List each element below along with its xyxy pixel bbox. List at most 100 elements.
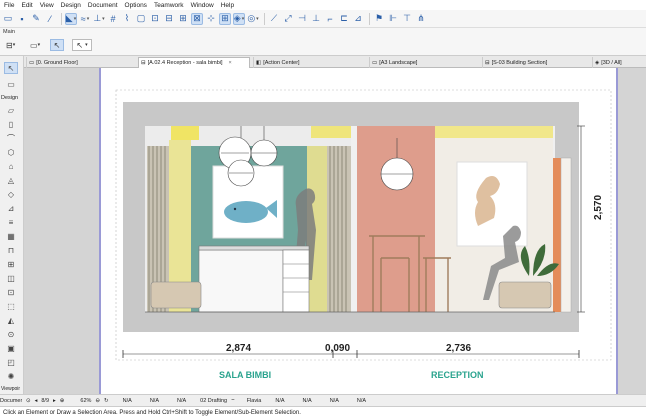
pen-set-icon[interactable]: ≈ [79, 13, 91, 25]
status-field-4[interactable]: N/A [275, 398, 284, 404]
menu-edit[interactable]: Edit [21, 2, 32, 9]
dimension-left[interactable]: 2,874 [226, 343, 251, 354]
fillet-icon[interactable]: ⌐ [324, 13, 336, 25]
close-tab-icon[interactable]: × [229, 60, 232, 66]
skylight-tool-icon[interactable]: ◫ [4, 272, 18, 284]
layer-selector[interactable]: ⊟ ▾ [6, 39, 15, 51]
measure-icon[interactable]: ⟋ [268, 13, 280, 25]
mesh-tool-icon[interactable]: ◭ [4, 314, 18, 326]
trace-icon[interactable]: ⊟ [163, 13, 175, 25]
status-bar: Documer ⊙ ◂ 8/9 ▸ ⊕ 62% ⊖ ↻ N/A N/A N/A … [0, 394, 646, 406]
status-field-6[interactable]: N/A [330, 398, 339, 404]
beam-tool-icon[interactable]: ⌒ [4, 132, 18, 144]
menu-window[interactable]: Window [191, 2, 214, 9]
tab-a3-landscape[interactable]: ▭ [A3 Landscape] [369, 57, 481, 68]
layer-combination-value[interactable]: 02 Drafting [200, 398, 227, 404]
forward-icon[interactable]: ▸ [53, 398, 56, 404]
zone-tool-icon[interactable]: ⬚ [4, 300, 18, 312]
tab-building-section[interactable]: ⊟ [S-03 Building Section] [482, 57, 590, 68]
status-field-3[interactable]: N/A [177, 398, 186, 404]
menu-document[interactable]: Document [88, 2, 118, 9]
status-field-7[interactable]: N/A [357, 398, 366, 404]
morph-tool-icon[interactable]: ◇ [4, 188, 18, 200]
split-icon[interactable]: ⤢ [282, 13, 294, 25]
menu-help[interactable]: Help [221, 2, 234, 9]
adjust-icon[interactable]: ⊣ [296, 13, 308, 25]
save-icon[interactable]: ▪ [16, 13, 28, 25]
element-icon: ▭ [30, 40, 38, 50]
tree-icon[interactable]: ⊤ [401, 13, 413, 25]
pencil-icon[interactable]: ✎ [30, 13, 42, 25]
suspend-groups-icon[interactable]: ◈ [233, 12, 245, 25]
tab-3d-all[interactable]: ◈ [3D / All] [592, 57, 644, 68]
dimension-right[interactable]: 2,736 [446, 343, 471, 354]
layer-combination-icon[interactable]: ◣ [65, 12, 77, 25]
marquee-tool-icon[interactable]: ▭ [4, 78, 18, 90]
corner-window-tool-icon[interactable]: ◰ [4, 356, 18, 368]
zoom-level[interactable]: 62% [80, 398, 91, 404]
tab-ground-floor[interactable]: ▭ [0. Ground Floor] [26, 57, 124, 68]
magic-wand-icon[interactable]: ⌇ [121, 13, 133, 25]
menu-teamwork[interactable]: Teamwork [154, 2, 184, 9]
orientation-icon[interactable]: ↻ [104, 398, 109, 404]
dimension-middle[interactable]: 0,090 [325, 343, 350, 354]
roof-tool-icon[interactable]: ⌂ [4, 160, 18, 172]
open-icon[interactable]: ▭ [2, 13, 14, 25]
slab-tool-icon[interactable]: ⬡ [4, 146, 18, 158]
column-tool-icon[interactable]: ▯ [4, 118, 18, 130]
navigator-icon[interactable]: ⊙ [26, 398, 31, 404]
model-view-icon[interactable]: ⊥ [93, 13, 105, 25]
sideboard [198, 249, 284, 313]
status-field-1[interactable]: N/A [123, 398, 132, 404]
view-tab-bar: ▭ [0. Ground Floor] ⊟ [A.02.4 Reception - … [24, 56, 646, 68]
object-tool-icon[interactable]: ⊡ [4, 286, 18, 298]
element-type-selector[interactable]: ▭ ▾ [30, 39, 40, 51]
zoom-out-icon[interactable]: ⊖ [95, 398, 100, 404]
menu-options[interactable]: Options [125, 2, 147, 9]
status-field-5[interactable]: N/A [303, 398, 312, 404]
hotspot-icon[interactable]: ⊞ [177, 13, 189, 25]
pen-set-icon[interactable]: ⌢ [231, 397, 235, 404]
shell-tool-icon[interactable]: ◬ [4, 174, 18, 186]
drawing-canvas[interactable]: 2,874 0,090 2,736 2,570 SALA BIMBI RECEP… [24, 68, 646, 394]
guide-lines-icon[interactable]: ⊹ [205, 13, 217, 25]
light-tool-icon[interactable]: ✺ [4, 370, 18, 382]
tab-action-center[interactable]: ◧ [Action Center] [253, 57, 368, 68]
tab-reception-sala-bimbi[interactable]: ⊟ [A.02.4 Reception - sala bimbi] × [138, 57, 250, 68]
railing-tool-icon[interactable]: ≡ [4, 216, 18, 228]
door-tool-icon[interactable]: ⊓ [4, 244, 18, 256]
intersect-icon[interactable]: ⊥ [310, 13, 322, 25]
arrow-selection-icon[interactable]: ↖ [50, 39, 64, 51]
menu-file[interactable]: File [4, 2, 14, 9]
lamp-tool-icon[interactable]: ⊙ [4, 328, 18, 340]
back-icon[interactable]: ◂ [35, 398, 38, 404]
offset-icon[interactable]: ⊏ [338, 13, 350, 25]
dimension-height[interactable]: 2,570 [593, 195, 604, 220]
snap-icon[interactable]: ⊠ [191, 12, 203, 25]
opening-tool-icon[interactable]: ▣ [4, 342, 18, 354]
status-field-2[interactable]: N/A [150, 398, 159, 404]
window-tool-icon[interactable]: ⊞ [4, 258, 18, 270]
select-grid-icon[interactable]: ⊞ [219, 12, 231, 25]
mirror-icon[interactable]: ⊡ [149, 13, 161, 25]
pen-set-value[interactable]: Flavia [247, 398, 262, 404]
pointer-selector[interactable]: ↖ ▾ [72, 39, 92, 51]
marquee-icon[interactable]: ▢ [135, 13, 147, 25]
room-label-sala-bimbi[interactable]: SALA BIMBI [219, 370, 271, 380]
flag-icon[interactable]: ⚑ [373, 13, 385, 25]
wall-tool-icon[interactable]: ▱ [4, 104, 18, 116]
grid-icon[interactable]: # [107, 13, 119, 25]
chart-icon[interactable]: ⊩ [387, 13, 399, 25]
menu-view[interactable]: View [40, 2, 54, 9]
renovation-icon[interactable]: ◎ [247, 13, 259, 25]
room-label-reception[interactable]: RECEPTION [431, 370, 484, 380]
arrow-tool-icon[interactable]: ↖ [4, 62, 18, 74]
menu-design[interactable]: Design [61, 2, 81, 9]
zoom-in-icon[interactable]: ⊕ [60, 398, 65, 404]
curtain-wall-tool-icon[interactable]: ▦ [4, 230, 18, 242]
stair-tool-icon[interactable]: ⊿ [4, 202, 18, 214]
stretch-icon[interactable]: ⊿ [352, 13, 364, 25]
graph-icon[interactable]: ⋔ [415, 13, 427, 25]
toolbox: ↖ ▭ Design ▱ ▯ ⌒ ⬡ ⌂ ◬ ◇ ⊿ ≡ ▦ ⊓ ⊞ ◫ ⊡ ⬚… [0, 56, 24, 396]
eyedropper-icon[interactable]: ⁄ [44, 13, 56, 25]
